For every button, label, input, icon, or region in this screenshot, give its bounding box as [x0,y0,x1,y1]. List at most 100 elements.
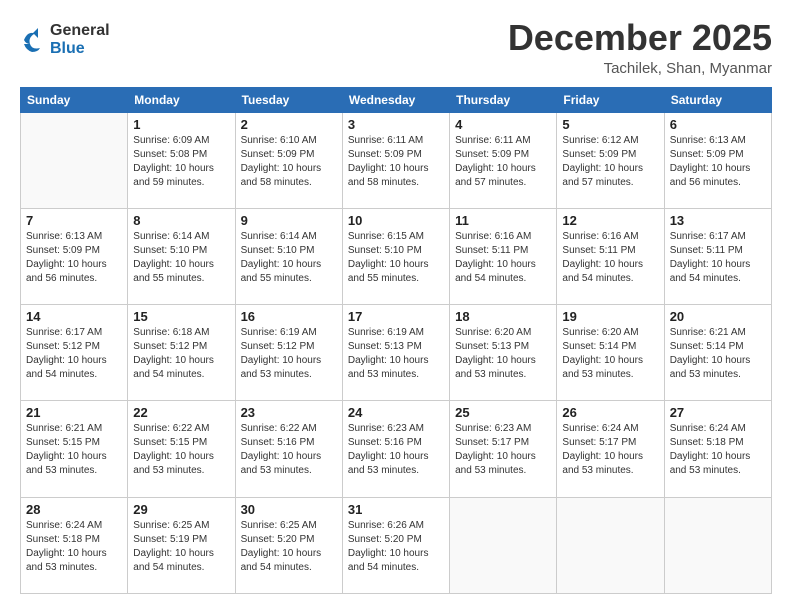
day-info: Sunrise: 6:17 AMSunset: 5:12 PMDaylight:… [26,326,122,382]
day-cell: 6 Sunrise: 6:13 AMSunset: 5:09 PMDaylight… [664,112,771,208]
day-number: 11 [455,213,551,228]
day-number: 5 [562,117,658,132]
day-cell: 26 Sunrise: 6:24 AMSunset: 5:17 PMDayligh… [557,401,664,497]
day-info: Sunrise: 6:24 AMSunset: 5:17 PMDaylight:… [562,422,658,478]
day-cell: 19 Sunrise: 6:20 AMSunset: 5:14 PMDayligh… [557,305,664,401]
day-cell [664,497,771,593]
day-number: 23 [241,405,337,420]
logo-line2: Blue [50,40,110,58]
day-info: Sunrise: 6:09 AMSunset: 5:08 PMDaylight:… [133,134,229,190]
day-info: Sunrise: 6:12 AMSunset: 5:09 PMDaylight:… [562,134,658,190]
day-cell [21,112,128,208]
day-number: 12 [562,213,658,228]
day-info: Sunrise: 6:15 AMSunset: 5:10 PMDaylight:… [348,230,444,286]
day-cell [450,497,557,593]
day-number: 9 [241,213,337,228]
col-header-friday: Friday [557,87,664,112]
day-cell: 7 Sunrise: 6:13 AMSunset: 5:09 PMDaylight… [21,208,128,304]
day-number: 10 [348,213,444,228]
day-info: Sunrise: 6:13 AMSunset: 5:09 PMDaylight:… [670,134,766,190]
day-info: Sunrise: 6:21 AMSunset: 5:14 PMDaylight:… [670,326,766,382]
day-info: Sunrise: 6:22 AMSunset: 5:16 PMDaylight:… [241,422,337,478]
day-number: 16 [241,309,337,324]
day-info: Sunrise: 6:14 AMSunset: 5:10 PMDaylight:… [133,230,229,286]
day-info: Sunrise: 6:19 AMSunset: 5:12 PMDaylight:… [241,326,337,382]
day-cell: 30 Sunrise: 6:25 AMSunset: 5:20 PMDayligh… [235,497,342,593]
day-number: 29 [133,502,229,517]
day-info: Sunrise: 6:16 AMSunset: 5:11 PMDaylight:… [455,230,551,286]
day-info: Sunrise: 6:11 AMSunset: 5:09 PMDaylight:… [455,134,551,190]
day-cell: 17 Sunrise: 6:19 AMSunset: 5:13 PMDayligh… [342,305,449,401]
day-number: 18 [455,309,551,324]
day-number: 2 [241,117,337,132]
col-header-wednesday: Wednesday [342,87,449,112]
day-cell: 12 Sunrise: 6:16 AMSunset: 5:11 PMDayligh… [557,208,664,304]
day-cell: 18 Sunrise: 6:20 AMSunset: 5:13 PMDayligh… [450,305,557,401]
day-cell: 8Sunrise: 6:14 AMSunset: 5:10 PMDaylight… [128,208,235,304]
day-cell: 15 Sunrise: 6:18 AMSunset: 5:12 PMDayligh… [128,305,235,401]
day-number: 24 [348,405,444,420]
day-number: 6 [670,117,766,132]
day-number: 17 [348,309,444,324]
col-header-monday: Monday [128,87,235,112]
day-info: Sunrise: 6:24 AMSunset: 5:18 PMDaylight:… [26,519,122,575]
day-cell: 14 Sunrise: 6:17 AMSunset: 5:12 PMDayligh… [21,305,128,401]
day-cell: 29 Sunrise: 6:25 AMSunset: 5:19 PMDayligh… [128,497,235,593]
day-cell: 9Sunrise: 6:14 AMSunset: 5:10 PMDaylight… [235,208,342,304]
day-cell: 10 Sunrise: 6:15 AMSunset: 5:10 PMDayligh… [342,208,449,304]
logo-line1: General [50,22,110,40]
day-number: 3 [348,117,444,132]
col-header-thursday: Thursday [450,87,557,112]
day-cell: 11 Sunrise: 6:16 AMSunset: 5:11 PMDayligh… [450,208,557,304]
day-cell: 4Sunrise: 6:11 AMSunset: 5:09 PMDaylight… [450,112,557,208]
col-header-saturday: Saturday [664,87,771,112]
day-info: Sunrise: 6:19 AMSunset: 5:13 PMDaylight:… [348,326,444,382]
day-number: 30 [241,502,337,517]
day-number: 19 [562,309,658,324]
logo-icon [20,26,48,54]
day-cell: 1Sunrise: 6:09 AMSunset: 5:08 PMDaylight… [128,112,235,208]
day-number: 22 [133,405,229,420]
calendar-table: SundayMondayTuesdayWednesdayThursdayFrid… [20,87,772,594]
day-info: Sunrise: 6:13 AMSunset: 5:09 PMDaylight:… [26,230,122,286]
day-number: 25 [455,405,551,420]
day-info: Sunrise: 6:10 AMSunset: 5:09 PMDaylight:… [241,134,337,190]
day-info: Sunrise: 6:22 AMSunset: 5:15 PMDaylight:… [133,422,229,478]
col-header-sunday: Sunday [21,87,128,112]
day-number: 15 [133,309,229,324]
col-header-tuesday: Tuesday [235,87,342,112]
day-info: Sunrise: 6:25 AMSunset: 5:20 PMDaylight:… [241,519,337,575]
location-subtitle: Tachilek, Shan, Myanmar [508,60,772,77]
day-number: 20 [670,309,766,324]
day-cell: 28 Sunrise: 6:24 AMSunset: 5:18 PMDayligh… [21,497,128,593]
day-number: 21 [26,405,122,420]
day-number: 7 [26,213,122,228]
logo: General Blue [20,22,110,59]
calendar-header-row: SundayMondayTuesdayWednesdayThursdayFrid… [21,87,772,112]
week-row-3: 14 Sunrise: 6:17 AMSunset: 5:12 PMDayligh… [21,305,772,401]
week-row-1: 1Sunrise: 6:09 AMSunset: 5:08 PMDaylight… [21,112,772,208]
week-row-4: 21 Sunrise: 6:21 AMSunset: 5:15 PMDayligh… [21,401,772,497]
day-number: 14 [26,309,122,324]
day-number: 27 [670,405,766,420]
day-cell: 3Sunrise: 6:11 AMSunset: 5:09 PMDaylight… [342,112,449,208]
week-row-2: 7 Sunrise: 6:13 AMSunset: 5:09 PMDaylight… [21,208,772,304]
day-info: Sunrise: 6:25 AMSunset: 5:19 PMDaylight:… [133,519,229,575]
day-number: 28 [26,502,122,517]
day-cell: 27 Sunrise: 6:24 AMSunset: 5:18 PMDayligh… [664,401,771,497]
month-title: December 2025 [508,18,772,58]
day-cell: 16 Sunrise: 6:19 AMSunset: 5:12 PMDayligh… [235,305,342,401]
day-number: 26 [562,405,658,420]
day-cell [557,497,664,593]
week-row-5: 28 Sunrise: 6:24 AMSunset: 5:18 PMDayligh… [21,497,772,593]
day-cell: 31Sunrise: 6:26 AMSunset: 5:20 PMDayligh… [342,497,449,593]
day-info: Sunrise: 6:20 AMSunset: 5:13 PMDaylight:… [455,326,551,382]
day-cell: 20 Sunrise: 6:21 AMSunset: 5:14 PMDayligh… [664,305,771,401]
day-info: Sunrise: 6:20 AMSunset: 5:14 PMDaylight:… [562,326,658,382]
day-info: Sunrise: 6:24 AMSunset: 5:18 PMDaylight:… [670,422,766,478]
day-info: Sunrise: 6:16 AMSunset: 5:11 PMDaylight:… [562,230,658,286]
day-number: 13 [670,213,766,228]
day-number: 31 [348,502,444,517]
day-info: Sunrise: 6:21 AMSunset: 5:15 PMDaylight:… [26,422,122,478]
day-info: Sunrise: 6:18 AMSunset: 5:12 PMDaylight:… [133,326,229,382]
